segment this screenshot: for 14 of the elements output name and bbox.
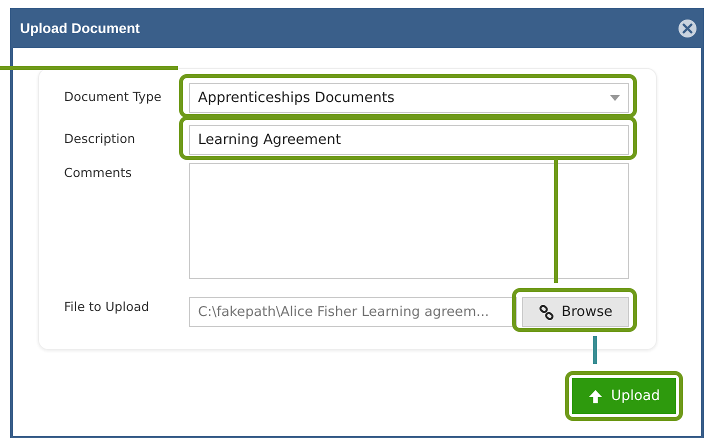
caret-icon xyxy=(610,95,620,101)
dropdown-field[interactable]: Apprenticeships Documents xyxy=(189,83,629,113)
field-label: Comments xyxy=(64,164,133,180)
field-label: File to Upload xyxy=(64,298,150,314)
browse-button[interactable]: Browse xyxy=(522,297,629,327)
link-icon xyxy=(538,304,554,320)
field-label: Description xyxy=(64,130,136,146)
text-field[interactable]: Learning Agreement xyxy=(189,125,629,155)
upload-button[interactable]: Upload xyxy=(572,378,676,414)
arrow-up-icon xyxy=(588,388,603,404)
close-icon[interactable] xyxy=(678,18,697,38)
file-path-field[interactable]: C:\fakepath\Alice Fisher Learning agreem... xyxy=(189,297,517,327)
field-label: Document Type xyxy=(64,88,162,104)
window-title: Upload Document xyxy=(20,20,140,36)
